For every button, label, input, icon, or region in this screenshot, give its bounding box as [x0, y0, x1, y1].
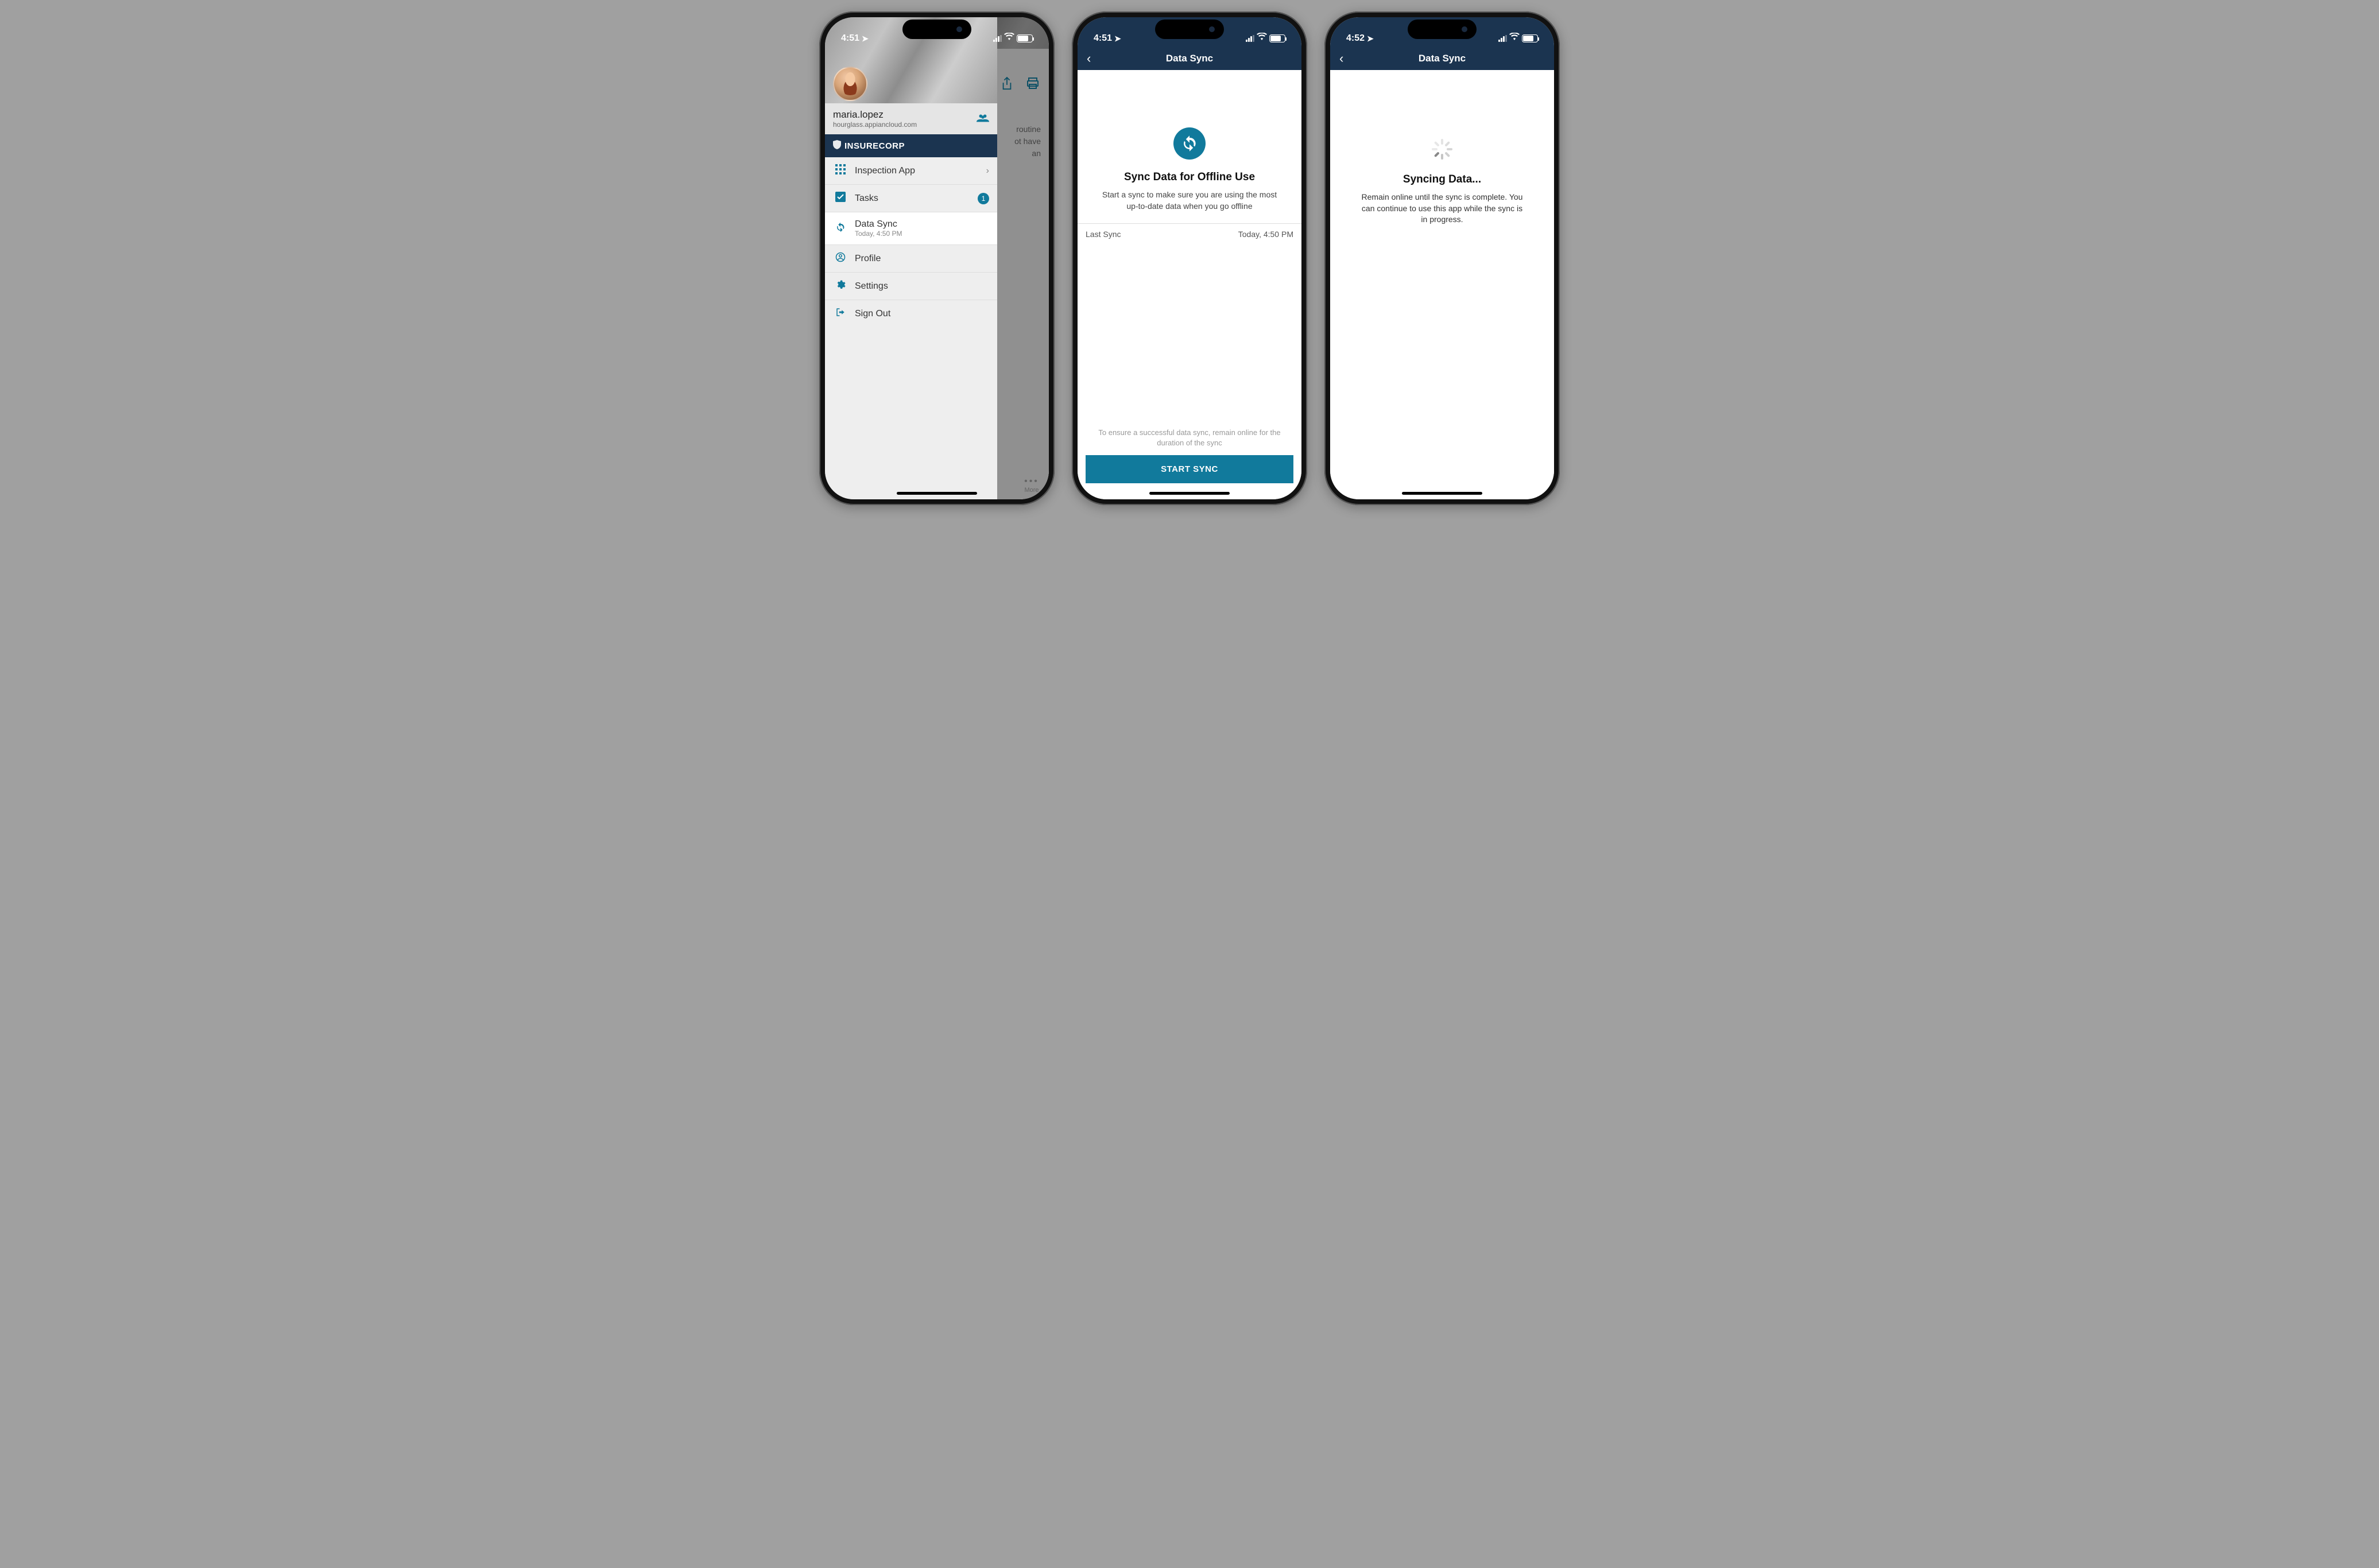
battery-icon: 77	[1522, 34, 1538, 42]
back-button[interactable]: ‹	[1339, 51, 1343, 66]
sign-out-icon	[834, 307, 847, 320]
tasks-badge: 1	[978, 193, 989, 204]
notch	[902, 20, 971, 39]
content-area: Syncing Data... Remain online until the …	[1330, 70, 1554, 499]
tab-label: More	[1014, 487, 1049, 494]
content-area: Sync Data for Offline Use Start a sync t…	[1078, 70, 1301, 499]
grid-icon	[834, 164, 847, 177]
sidebar-item-label: Settings	[855, 281, 888, 292]
battery-icon: 77	[1017, 34, 1033, 42]
back-button[interactable]: ‹	[1087, 51, 1091, 66]
screen-2: 4:51 ➤ 77 ‹ Data Sync	[1078, 17, 1301, 499]
obscured-background-content: routine ot have an ••• More	[997, 49, 1049, 499]
phone-frame-1: 4:51 ➤ 77 maria.lopez hourglass.appianc	[819, 11, 1055, 505]
print-icon[interactable]	[1026, 76, 1040, 95]
sidebar-item-inspection-app[interactable]: Inspection App ›	[825, 157, 997, 185]
brand-row: INSURECORP	[825, 134, 997, 157]
screen-1: 4:51 ➤ 77 maria.lopez hourglass.appianc	[825, 17, 1049, 499]
home-indicator[interactable]	[1149, 492, 1230, 495]
footer-note: To ensure a successful data sync, remain…	[1078, 428, 1301, 455]
user-avatar[interactable]	[833, 67, 867, 101]
last-sync-row: Last Sync Today, 4:50 PM	[1078, 223, 1301, 244]
wifi-icon	[1004, 33, 1014, 44]
notch	[1408, 20, 1477, 39]
spinner-icon	[1432, 139, 1452, 160]
sidebar-item-settings[interactable]: Settings	[825, 273, 997, 300]
status-time: 4:51	[1094, 33, 1112, 44]
wifi-icon	[1509, 33, 1520, 44]
sidebar-item-label: Data Sync	[855, 219, 897, 229]
wifi-icon	[1257, 33, 1267, 44]
screen-3: 4:52 ➤ 77 ‹ Data Sync	[1330, 17, 1554, 499]
obscured-text: ot have an	[1005, 135, 1041, 160]
location-arrow-icon: ➤	[1114, 34, 1121, 44]
cellular-signal-icon	[993, 35, 1002, 42]
brand-label: INSURECORP	[844, 141, 905, 151]
title-bar: ‹ Data Sync	[1330, 47, 1554, 70]
sync-hero: Sync Data for Offline Use Start a sync t…	[1078, 70, 1301, 223]
location-arrow-icon: ➤	[862, 34, 869, 44]
start-sync-button[interactable]: START SYNC	[1086, 455, 1293, 483]
title-bar: ‹ Data Sync	[1078, 47, 1301, 70]
chevron-right-icon: ›	[986, 166, 989, 176]
notch	[1155, 20, 1224, 39]
sync-hero-description: Start a sync to make sure you are using …	[1095, 189, 1284, 212]
phone-frame-2: 4:51 ➤ 77 ‹ Data Sync	[1072, 11, 1307, 505]
user-row[interactable]: maria.lopez hourglass.appiancloud.com	[825, 103, 997, 134]
sidebar-drawer: maria.lopez hourglass.appiancloud.com IN…	[825, 17, 997, 499]
share-icon[interactable]	[1001, 76, 1013, 95]
sidebar-item-label: Inspection App	[855, 166, 915, 176]
sidebar-item-profile[interactable]: Profile	[825, 245, 997, 273]
group-icon[interactable]	[977, 113, 989, 125]
page-title: Data Sync	[1166, 53, 1213, 64]
sync-hero-heading: Sync Data for Offline Use	[1095, 171, 1284, 184]
obscured-text: routine	[1005, 123, 1041, 135]
page-title: Data Sync	[1419, 53, 1466, 64]
home-indicator[interactable]	[1402, 492, 1482, 495]
checkbox-icon	[834, 192, 847, 205]
status-time: 4:51	[841, 33, 859, 44]
tab-more[interactable]: ••• More	[1014, 471, 1049, 499]
sidebar-menu-list: Inspection App › Tasks 1 Data Sync	[825, 157, 997, 327]
sidebar-item-sign-out[interactable]: Sign Out	[825, 300, 997, 327]
location-arrow-icon: ➤	[1367, 34, 1374, 44]
sidebar-item-subtitle: Today, 4:50 PM	[855, 230, 902, 238]
syncing-panel: Syncing Data... Remain online until the …	[1330, 70, 1554, 237]
sidebar-item-label: Sign Out	[855, 309, 890, 319]
cellular-signal-icon	[1246, 35, 1254, 42]
sidebar-item-label: Profile	[855, 254, 881, 264]
sidebar-item-tasks[interactable]: Tasks 1	[825, 185, 997, 212]
ellipsis-icon: •••	[1014, 476, 1049, 487]
last-sync-value: Today, 4:50 PM	[1238, 230, 1293, 239]
battery-icon: 77	[1269, 34, 1285, 42]
hostname: hourglass.appiancloud.com	[833, 121, 917, 129]
sync-icon	[834, 222, 847, 235]
home-indicator[interactable]	[897, 492, 977, 495]
cellular-signal-icon	[1498, 35, 1507, 42]
status-time: 4:52	[1346, 33, 1365, 44]
syncing-heading: Syncing Data...	[1347, 173, 1537, 186]
last-sync-label: Last Sync	[1086, 230, 1121, 239]
sync-circle-icon	[1173, 127, 1206, 160]
syncing-description: Remain online until the sync is complete…	[1347, 192, 1537, 226]
sidebar-item-label: Tasks	[855, 193, 878, 204]
shield-icon	[833, 140, 841, 152]
username: maria.lopez	[833, 109, 917, 121]
phone-frame-3: 4:52 ➤ 77 ‹ Data Sync	[1324, 11, 1560, 505]
person-icon	[834, 252, 847, 265]
sidebar-item-data-sync[interactable]: Data Sync Today, 4:50 PM	[825, 212, 997, 245]
gear-icon	[834, 280, 847, 293]
